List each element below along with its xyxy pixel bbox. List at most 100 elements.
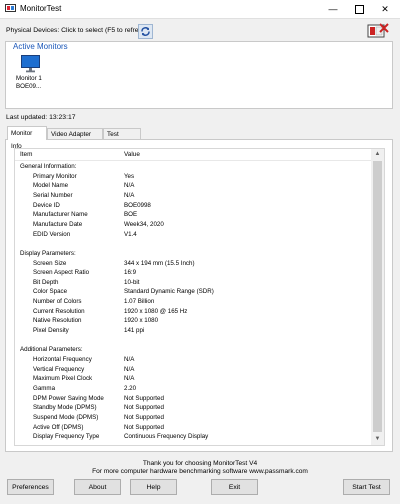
list-cell-item: Device ID: [33, 201, 60, 209]
last-updated-text: Last updated: 13:23:17: [6, 114, 76, 121]
list-cell-item: Additional Parameters:: [20, 346, 83, 354]
list-cell-value: Not Supported: [124, 413, 164, 421]
column-header-item[interactable]: Item: [20, 151, 32, 158]
list-cell-item: Gamma: [33, 384, 56, 392]
list-cell-value: 2.20: [124, 384, 137, 392]
list-row[interactable]: Manufacture Date Week34, 2020: [15, 220, 371, 230]
list-section-header[interactable]: Additional Parameters:: [15, 345, 371, 355]
list-cell-item: Display Frequency Type: [33, 433, 100, 441]
scroll-down-arrow[interactable]: ▼: [371, 434, 384, 445]
list-cell-item: Serial Number: [33, 191, 73, 199]
list-cell-value: 10-bit: [124, 278, 140, 286]
list-row[interactable]: Active Off (DPMS) Not Supported: [15, 423, 371, 433]
list-row[interactable]: Suspend Mode (DPMS) Not Supported: [15, 413, 371, 423]
list-row[interactable]: Number of Colors 1.07 Billion: [15, 297, 371, 307]
list-cell-item: Manufacture Date: [33, 220, 83, 228]
list-cell-value: N/A: [124, 182, 135, 190]
list-cell-item: Number of Colors: [33, 298, 82, 306]
list-cell-value: Yes: [124, 172, 135, 180]
monitor-icon: [21, 55, 40, 73]
footer-line-1: Thank you for choosing MonitorTest V4: [142, 460, 258, 467]
list-row[interactable]: Current Resolution 1920 x 1080 @ 165 Hz: [15, 307, 371, 317]
list-row[interactable]: Pixel Density 141 ppi: [15, 326, 371, 336]
list-row[interactable]: Screen Aspect Ratio 16:9: [15, 268, 371, 278]
tab-test-config[interactable]: Test Config: [103, 128, 141, 149]
list-row[interactable]: Display Frequency Type Continuous Frequen…: [15, 432, 371, 442]
help-button[interactable]: Help: [130, 479, 177, 495]
physical-devices-label: Physical Devices: Click to select (F5 to…: [6, 27, 149, 34]
list-cell-item: Primary Monitor: [33, 172, 77, 180]
list-cell-item: Screen Size: [33, 259, 67, 267]
minimize-button[interactable]: —: [320, 0, 346, 18]
list-cell-value: BOE: [124, 211, 138, 219]
list-section-header[interactable]: Display Parameters:: [15, 249, 371, 259]
list-cell-value: N/A: [124, 365, 135, 373]
list-cell-item: Model Name: [33, 182, 69, 190]
monitor-info-list[interactable]: Item Value General Information: Primary M…: [14, 148, 385, 446]
column-header-value[interactable]: Value: [124, 151, 140, 158]
footer-line-2: For more computer hardware benchmarking …: [92, 468, 308, 475]
list-cell-value: N/A: [124, 375, 135, 383]
maximize-icon: [354, 4, 364, 14]
list-cell-item: Vertical Frequency: [33, 365, 85, 373]
list-cell-item: Color Space: [33, 288, 68, 296]
list-cell-value: Not Supported: [124, 404, 164, 412]
list-row[interactable]: Horizontal Frequency N/A: [15, 355, 371, 365]
about-button[interactable]: About: [74, 479, 121, 495]
list-row[interactable]: Native Resolution 1920 x 1080: [15, 316, 371, 326]
list-row[interactable]: DPM Power Saving Mode Not Supported: [15, 394, 371, 404]
list-cell-value: 344 x 194 mm (15.5 Inch): [124, 259, 195, 267]
window-title: MonitorTest: [20, 4, 62, 13]
list-cell-item: Current Resolution: [33, 307, 85, 315]
list-cell-value: 1.07 Billion: [124, 298, 155, 306]
list-row[interactable]: Gamma 2.20: [15, 384, 371, 394]
list-cell-item: Native Resolution: [33, 317, 82, 325]
list-cell-value: 1920 x 1080 @ 165 Hz: [124, 307, 188, 315]
list-cell-item: EDID Version: [33, 230, 71, 238]
tab-video-adapter-info[interactable]: Video Adapter Info: [47, 128, 103, 149]
test-pattern-icon[interactable]: [367, 22, 389, 40]
list-row[interactable]: Serial Number N/A: [15, 191, 371, 201]
list-row[interactable]: Bit Depth 10-bit: [15, 278, 371, 288]
maximize-button[interactable]: [346, 0, 372, 18]
list-section-header[interactable]: General Information:: [15, 162, 371, 172]
scroll-thumb[interactable]: [373, 161, 382, 432]
list-header: Item Value: [15, 149, 371, 161]
list-cell-value: 1920 x 1080: [124, 317, 159, 325]
list-cell-value: 141 ppi: [124, 327, 145, 335]
list-row[interactable]: Device ID BOE0998: [15, 201, 371, 211]
start-test-button[interactable]: Start Test: [343, 479, 390, 495]
list-row[interactable]: Primary Monitor Yes: [15, 172, 371, 182]
preferences-button[interactable]: Preferences: [7, 479, 54, 495]
close-button[interactable]: ✕: [372, 0, 398, 18]
minimize-icon: —: [328, 4, 338, 14]
monitor-label-line2: BOE09...: [16, 83, 42, 90]
list-cell-value: 16:9: [124, 269, 137, 277]
list-cell-item: Display Parameters:: [20, 249, 76, 257]
list-cell-item: Suspend Mode (DPMS): [33, 413, 99, 421]
exit-button[interactable]: Exit: [211, 479, 258, 495]
list-cell-item: Bit Depth: [33, 278, 59, 286]
list-row[interactable]: Standby Mode (DPMS) Not Supported: [15, 403, 371, 413]
list-cell-value: Week34, 2020: [124, 220, 164, 228]
list-cell-item: Horizontal Frequency: [33, 356, 92, 363]
list-row[interactable]: Manufacturer Name BOE: [15, 210, 371, 220]
tab-monitor-info[interactable]: Monitor Info: [7, 126, 47, 150]
list-row[interactable]: Model Name N/A: [15, 181, 371, 191]
scroll-up-arrow[interactable]: ▲: [371, 149, 384, 160]
refresh-button[interactable]: [138, 24, 153, 39]
footer-text: Thank you for choosing MonitorTest V4 Fo…: [0, 460, 400, 476]
active-monitors-title: Active Monitors: [13, 42, 68, 51]
list-row[interactable]: EDID Version V1.4: [15, 230, 371, 240]
list-row[interactable]: Maximum Pixel Clock N/A: [15, 374, 371, 384]
list-row[interactable]: Screen Size 344 x 194 mm (15.5 Inch): [15, 259, 371, 269]
list-row[interactable]: Vertical Frequency N/A: [15, 365, 371, 375]
list-cell-value: Not Supported: [124, 394, 164, 402]
list-cell-item: Screen Aspect Ratio: [33, 269, 90, 277]
list-cell-value: N/A: [124, 356, 135, 363]
list-cell-value: Standard Dynamic Range (SDR): [124, 288, 214, 296]
list-cell-value: Continuous Frequency Display: [124, 433, 209, 441]
list-row[interactable]: Color Space Standard Dynamic Range (SDR): [15, 287, 371, 297]
vertical-scrollbar[interactable]: ▲ ▼: [371, 149, 384, 445]
